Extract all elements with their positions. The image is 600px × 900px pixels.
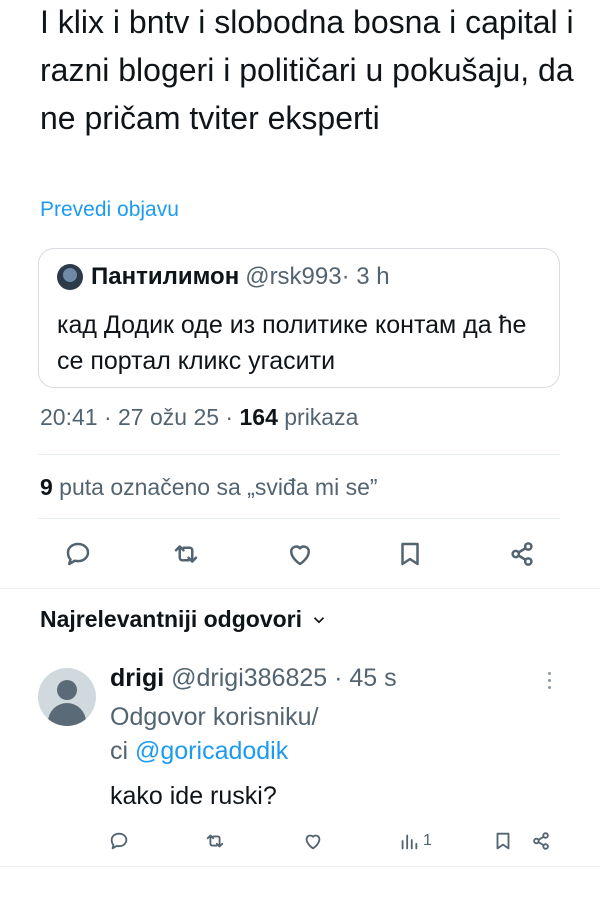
tweet-date: · 27 ožu 25 ·: [97, 404, 240, 430]
reply-to-line2: ci: [110, 737, 135, 765]
likes-count: 9: [40, 474, 53, 500]
retweet-icon: [206, 834, 224, 848]
retweet-button[interactable]: [204, 826, 226, 856]
more-options-icon[interactable]: [545, 670, 553, 694]
quoted-tweet-text: кад Додик оде из политике контам да ће с…: [57, 311, 527, 375]
mention-link[interactable]: @goricadodik: [135, 737, 288, 765]
bookmark-button[interactable]: [492, 826, 514, 856]
divider: [0, 866, 600, 867]
share-icon: [533, 832, 549, 850]
tweet-meta: 20:41 · 27 ožu 25 · 164 prikaza: [40, 404, 358, 431]
views-label: prikaza: [277, 404, 359, 430]
replies-sort-label: Najrelevantniji odgovori: [40, 606, 302, 632]
views-button[interactable]: 1: [398, 826, 432, 856]
bookmark-button[interactable]: [388, 532, 432, 576]
share-icon: [511, 542, 533, 566]
chevron-down-icon: [313, 616, 325, 623]
reply-button[interactable]: [56, 532, 100, 576]
divider: [38, 518, 560, 519]
quoted-author-name[interactable]: Пантилимон: [91, 263, 239, 291]
views-count: 1: [423, 832, 432, 849]
bookmark-icon: [401, 542, 419, 566]
reply-author-name[interactable]: drigi: [110, 664, 164, 692]
divider: [0, 588, 600, 589]
tweet-time[interactable]: 20:41: [40, 404, 98, 430]
quoted-author-handle[interactable]: @rsk993: [245, 263, 341, 291]
avatar[interactable]: [57, 264, 83, 290]
replies-sort-dropdown[interactable]: Najrelevantniji odgovori: [40, 606, 328, 633]
share-button[interactable]: [500, 532, 544, 576]
like-button[interactable]: [278, 532, 322, 576]
like-icon: [305, 834, 321, 850]
like-icon: [290, 545, 310, 566]
bookmark-icon: [496, 832, 510, 850]
quoted-tweet-header: Пантилимон @rsk993 · 3 h: [57, 263, 390, 291]
quoted-tweet-time: · 3 h: [341, 263, 390, 290]
tweet-action-bar: [0, 532, 600, 576]
divider: [38, 454, 560, 455]
reply-action-bar: 1: [0, 826, 600, 856]
quoted-tweet[interactable]: Пантилимон @rsk993 · 3 h кад Додик оде и…: [38, 248, 560, 388]
post-detail: I klix i bntv i slobodna bosna i capital…: [0, 0, 600, 900]
reply-text: kako ide ruski?: [110, 782, 277, 810]
reply-time: · 45 s: [327, 664, 397, 692]
reply-to-prefix: Odgovor korisniku/: [110, 703, 319, 731]
retweet-icon: [174, 545, 198, 563]
views-count: 164: [239, 404, 278, 430]
likes-label: puta označeno sa „sviđa mi se”: [52, 474, 378, 500]
share-button[interactable]: [530, 826, 552, 856]
reply-author-handle[interactable]: @drigi386825: [171, 664, 327, 692]
reply-button[interactable]: [108, 826, 130, 856]
retweet-button[interactable]: [164, 532, 208, 576]
reply-header: drigi @drigi386825 · 45 s: [110, 664, 397, 693]
reply-icon: [110, 832, 128, 850]
like-button[interactable]: [302, 826, 324, 856]
tweet-text: I klix i bntv i slobodna bosna i capital…: [40, 4, 574, 136]
avatar[interactable]: [38, 668, 96, 726]
translate-link[interactable]: Prevedi objavu: [40, 198, 179, 222]
reply-to-line: Odgovor korisniku/ ci @goricadodik: [110, 700, 550, 768]
reply-icon: [66, 542, 90, 566]
likes-summary[interactable]: 9 puta označeno sa „sviđa mi se”: [40, 474, 378, 501]
analytics-icon: [401, 834, 418, 850]
